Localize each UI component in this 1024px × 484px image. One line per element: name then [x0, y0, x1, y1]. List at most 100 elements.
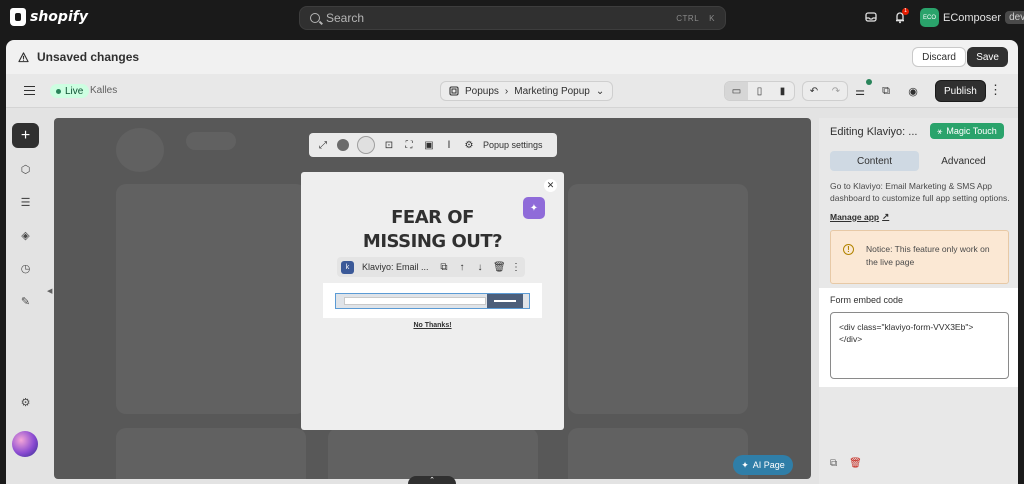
popup-floating-toolbar: ⤢ ⊡ ⛶ ▣ Ⅰ ⚙ Popup settings	[309, 133, 557, 157]
ai-page-button[interactable]: ✦ AI Page	[733, 455, 793, 475]
tablet-view-icon[interactable]: ▯	[748, 82, 771, 100]
inbox-icon[interactable]	[864, 10, 878, 24]
live-status-badge: Live	[50, 84, 90, 98]
shopify-top-bar: shopify Search CTRL K 1 ECO EComposer de…	[0, 0, 1024, 36]
panel-tabs: Content Advanced	[830, 151, 1008, 171]
shortcut-ctrl: CTRL	[676, 13, 700, 23]
shopify-bag-icon	[10, 8, 26, 26]
cube-icon[interactable]: ⬡	[19, 164, 32, 177]
notice-text: Notice: This feature only work on the li…	[866, 244, 990, 267]
trash-icon[interactable]: 🗑	[849, 458, 862, 469]
form-preview	[335, 293, 530, 309]
duplicate-icon[interactable]: ⧉	[439, 262, 449, 273]
editor-header: Live Kalles Popups › Marketing Popup ⌄ ▭…	[6, 74, 1018, 108]
element-label[interactable]: Klaviyo: Email ...	[362, 262, 431, 272]
form-embed-section: Form embed code <div class="klaviyo-form…	[819, 288, 1018, 387]
shopify-logo[interactable]: shopify	[10, 8, 88, 26]
position-icon[interactable]: ▣	[423, 139, 435, 151]
tab-advanced[interactable]: Advanced	[919, 151, 1008, 171]
background-color-swatch[interactable]	[357, 136, 375, 154]
live-status-label: Live	[65, 85, 84, 97]
store-switcher[interactable]: ECO EComposer dev	[920, 8, 1024, 27]
preview-eye-icon[interactable]: ◉	[902, 81, 924, 101]
warning-icon	[18, 51, 29, 62]
fullscreen-icon[interactable]: ⛶	[403, 139, 415, 151]
desktop-view-icon[interactable]: ▭	[725, 82, 748, 100]
global-search-input[interactable]: Search CTRL K	[299, 6, 726, 30]
klaviyo-icon: k	[341, 260, 354, 274]
klaviyo-form-element[interactable]	[323, 283, 542, 318]
arrow-up-icon[interactable]: ↑	[457, 262, 467, 273]
delete-icon[interactable]: 🗑	[493, 262, 506, 273]
text-cursor-icon[interactable]: Ⅰ	[443, 139, 455, 151]
layout-icon[interactable]: ⊡	[383, 139, 395, 151]
live-dot-icon	[56, 88, 61, 94]
marketing-popup[interactable]: ✕ ✦ FEAR OF MISSING OUT? k Klaviyo: Emai…	[301, 172, 564, 430]
mobile-view-icon[interactable]: ▮	[771, 82, 794, 100]
popup-icon	[449, 86, 459, 96]
settings-gear-icon[interactable]: ⚙	[463, 139, 475, 151]
expand-icon[interactable]: ⤢	[317, 139, 329, 151]
external-link-icon: ↗	[882, 211, 890, 221]
embed-code-textarea[interactable]: <div class="klaviyo-form-VVX3Eb"> </div>	[830, 312, 1009, 379]
popup-heading[interactable]: FEAR OF MISSING OUT?	[301, 206, 564, 254]
popup-settings-label[interactable]: Popup settings	[483, 140, 543, 150]
brush-icon[interactable]: ✎	[19, 296, 32, 309]
more-options-icon[interactable]: ⋮	[989, 82, 1002, 98]
tab-content[interactable]: Content	[830, 151, 919, 171]
collapse-rail-icon[interactable]: ◀	[47, 287, 53, 299]
search-shortcut: CTRL K	[676, 14, 715, 23]
more-icon[interactable]: ⋮	[511, 262, 521, 273]
chevron-up-icon[interactable]: ⌃	[408, 476, 456, 484]
store-name: EComposer	[943, 11, 1002, 24]
save-button[interactable]: Save	[967, 47, 1008, 67]
history-clock-icon[interactable]: ◷	[19, 263, 32, 276]
unsaved-changes-bar: Unsaved changes Discard Save	[6, 40, 1018, 74]
publish-button[interactable]: Publish	[935, 80, 986, 102]
manage-app-link[interactable]: Manage app ↗	[830, 211, 889, 222]
inspect-icon[interactable]: ⧉	[875, 81, 897, 101]
ghost-block	[116, 428, 306, 479]
panel-footer: ⧉ 🗑	[830, 458, 862, 469]
overlay-color-swatch[interactable]	[337, 139, 349, 151]
ai-assistant-avatar[interactable]	[12, 431, 38, 457]
search-icon	[310, 13, 320, 23]
submit-button-preview	[487, 294, 523, 308]
chevron-right-icon: ›	[504, 85, 509, 97]
ghost-block	[186, 132, 236, 150]
no-thanks-link[interactable]: No Thanks!	[301, 322, 564, 329]
notification-badge: 1	[902, 8, 909, 15]
shortcut-key: K	[709, 13, 715, 23]
element-toolbar: k Klaviyo: Email ... ⧉ ↑ ↓ 🗑 ⋮	[337, 257, 525, 277]
add-element-button[interactable]: +	[12, 123, 39, 148]
email-input-preview	[344, 297, 486, 305]
discard-button[interactable]: Discard	[912, 47, 966, 67]
list-icon[interactable]: ☰	[19, 197, 32, 210]
copy-icon[interactable]: ⧉	[830, 458, 837, 469]
close-icon[interactable]: ✕	[544, 179, 557, 192]
unsaved-message: Unsaved changes	[37, 50, 140, 64]
store-badge: dev	[1005, 11, 1024, 24]
breadcrumb-page: Marketing Popup	[514, 85, 590, 97]
ghost-block	[328, 428, 538, 479]
theme-name: Kalles	[90, 85, 118, 96]
ghost-block	[568, 428, 748, 479]
chevron-down-icon: ⌄	[595, 85, 605, 97]
store-avatar: ECO	[920, 8, 939, 27]
gear-icon[interactable]: ⚙	[19, 397, 32, 410]
device-switcher: ▭ ▯ ▮	[724, 81, 795, 101]
element-settings-panel: Editing Klaviyo: ... ⚹ Magic Touch Conte…	[819, 118, 1018, 484]
embed-label: Form embed code	[830, 295, 904, 305]
ghost-block	[116, 128, 164, 172]
live-notice: ! Notice: This feature only work on the …	[830, 230, 1009, 284]
redo-icon[interactable]: ↷	[825, 82, 847, 100]
menu-icon[interactable]	[24, 86, 35, 95]
left-tool-rail: + ⬡ ☰ ◈ ◷ ✎ ⚙	[6, 108, 46, 484]
magic-touch-button[interactable]: ⚹ Magic Touch	[930, 123, 1004, 139]
page-breadcrumb[interactable]: Popups › Marketing Popup ⌄	[440, 81, 614, 101]
layers-icon[interactable]: ◈	[19, 230, 32, 243]
shopify-wordmark: shopify	[30, 9, 88, 25]
arrow-down-icon[interactable]: ↓	[475, 262, 485, 273]
status-dot	[866, 79, 872, 85]
undo-icon[interactable]: ↶	[803, 82, 825, 100]
